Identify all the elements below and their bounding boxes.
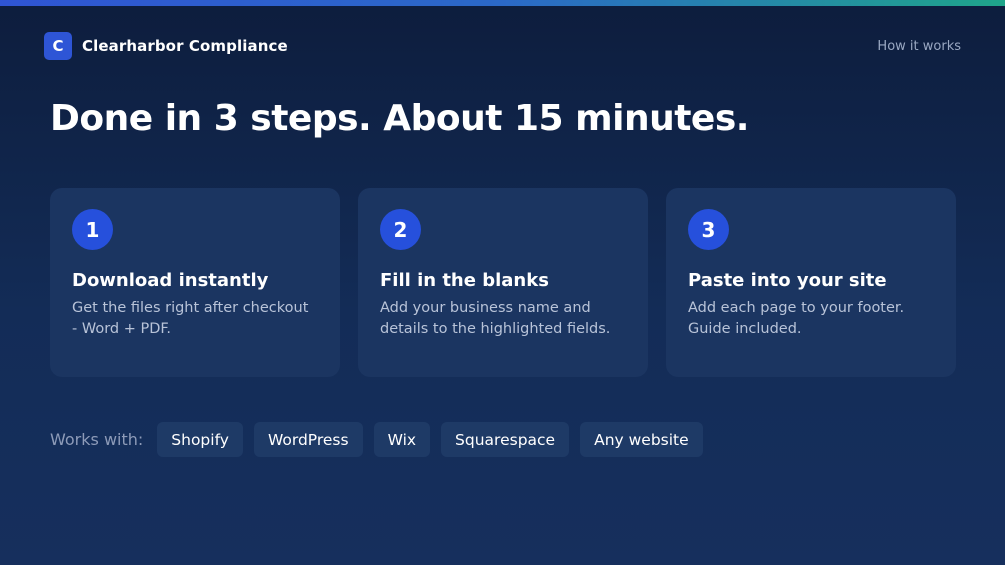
brand-name: Clearharbor Compliance bbox=[82, 37, 288, 55]
page-headline: Done in 3 steps. About 15 minutes. bbox=[50, 98, 749, 139]
step-number-badge: 1 bbox=[72, 209, 113, 250]
step-title: Fill in the blanks bbox=[380, 270, 549, 291]
step-card-1: 1 Download instantly Get the files right… bbox=[50, 188, 340, 377]
step-title: Paste into your site bbox=[688, 270, 887, 291]
platform-tag-wordpress: WordPress bbox=[253, 422, 363, 457]
step-number-badge: 2 bbox=[380, 209, 421, 250]
step-number-badge: 3 bbox=[688, 209, 729, 250]
works-with-row: Works with: Shopify WordPress Wix Square… bbox=[50, 422, 703, 457]
step-description: Get the files right after checkout - Wor… bbox=[72, 300, 309, 337]
step-description: Add each page to your footer. Guide incl… bbox=[688, 300, 905, 337]
platform-tag-any-website: Any website bbox=[580, 422, 703, 457]
steps-section: 1 Download instantly Get the files right… bbox=[50, 188, 956, 377]
brand[interactable]: C Clearharbor Compliance bbox=[44, 32, 288, 60]
works-with-label: Works with: bbox=[50, 430, 144, 449]
platform-tag-wix: Wix bbox=[373, 422, 431, 457]
nav-link-how-it-works[interactable]: How it works bbox=[877, 39, 961, 54]
site-header: C Clearharbor Compliance How it works bbox=[44, 31, 961, 61]
step-title: Download instantly bbox=[72, 270, 269, 291]
platform-tag-shopify: Shopify bbox=[157, 422, 243, 457]
step-card-2: 2 Fill in the blanks Add your business n… bbox=[358, 188, 648, 377]
step-description: Add your business name and details to th… bbox=[380, 300, 611, 337]
top-accent-bar bbox=[0, 0, 1005, 6]
step-card-3: 3 Paste into your site Add each page to … bbox=[666, 188, 956, 377]
platform-tag-squarespace: Squarespace bbox=[441, 422, 570, 457]
brand-logo-icon: C bbox=[44, 32, 72, 60]
